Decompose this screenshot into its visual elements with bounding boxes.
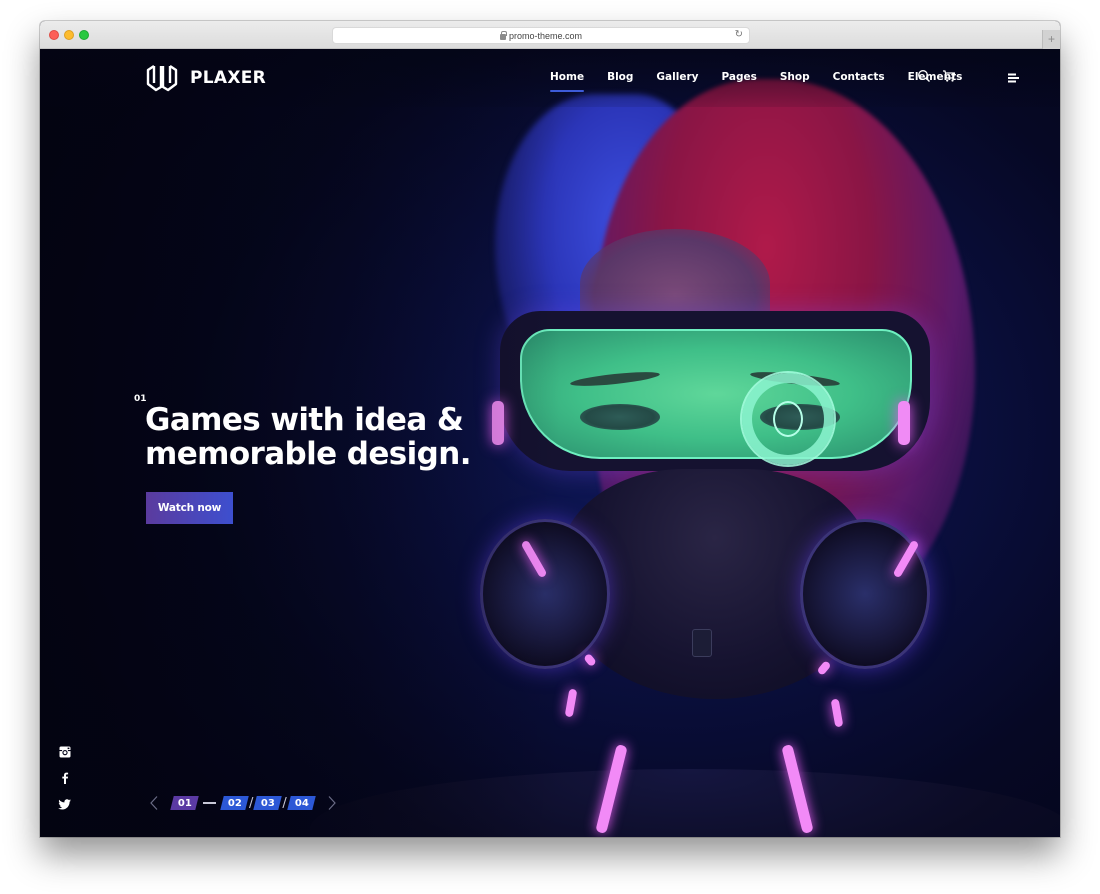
chevron-left-icon[interactable] [148, 795, 160, 811]
pager-label: 02 [227, 797, 242, 809]
instagram-icon[interactable] [58, 745, 72, 759]
browser-titlebar: promo-theme.com ↻ + [40, 21, 1060, 49]
twitter-icon[interactable] [58, 797, 72, 811]
hero-art-neon-light [830, 698, 844, 728]
url-text: promo-theme.com [508, 30, 583, 41]
chevron-right-icon[interactable] [326, 795, 338, 811]
pager-separator: / [282, 795, 287, 811]
hero-art-mask-valve [692, 629, 712, 657]
hero-art-hud-core [773, 401, 803, 437]
nav-item-blog[interactable]: Blog [607, 71, 633, 83]
watch-now-button[interactable]: Watch now [146, 492, 233, 524]
pager-active-dash [203, 802, 216, 804]
site-header: PLAXER Home Blog Gallery Pages Shop Cont… [40, 49, 1060, 107]
reload-icon[interactable]: ↻ [735, 29, 743, 40]
window-minimize-button[interactable] [64, 30, 74, 40]
address-bar[interactable]: promo-theme.com ↻ [332, 27, 750, 44]
nav-item-contacts[interactable]: Contacts [833, 71, 885, 83]
hamburger-menu-icon[interactable] [1006, 71, 1020, 85]
nav-item-gallery[interactable]: Gallery [656, 71, 698, 83]
hero-art-glow-right [898, 401, 910, 445]
browser-window: promo-theme.com ↻ + PLAXER Home Blog Gal… [40, 21, 1060, 837]
nav-item-home[interactable]: Home [550, 71, 585, 92]
plaxer-logo-icon [146, 65, 178, 92]
window-maximize-button[interactable] [79, 30, 89, 40]
facebook-icon[interactable] [58, 771, 72, 785]
hero-title-line-1: Games with idea & [145, 402, 464, 438]
social-links [58, 745, 72, 823]
search-icon[interactable] [917, 69, 931, 83]
nav-item-pages[interactable]: Pages [721, 71, 756, 83]
pager-label: 01 [177, 797, 192, 809]
slider-pagination: 01 02 / 03 / 04 [148, 795, 338, 811]
pager-item-01[interactable]: 01 [170, 796, 199, 810]
pager-label: 04 [294, 797, 309, 809]
cart-icon[interactable] [942, 69, 956, 83]
window-close-button[interactable] [49, 30, 59, 40]
lock-icon [499, 30, 507, 40]
page-viewport: PLAXER Home Blog Gallery Pages Shop Cont… [40, 49, 1060, 837]
pager-label: 03 [260, 797, 275, 809]
pager-item-02[interactable]: 02 [220, 796, 249, 810]
pager-item-04[interactable]: 04 [287, 796, 316, 810]
hero-title-line-2: memorable design. [145, 436, 472, 472]
hero-art-neon-light [564, 688, 578, 718]
hero-art-eye-left [580, 404, 660, 430]
logo-text: PLAXER [190, 68, 267, 88]
new-tab-button[interactable]: + [1042, 30, 1060, 49]
site-logo[interactable]: PLAXER [145, 63, 266, 93]
hero-title: Games with idea & memorable design. [145, 403, 525, 471]
hero-art-goggle-glass [520, 329, 912, 459]
pager-item-03[interactable]: 03 [253, 796, 283, 810]
nav-item-shop[interactable]: Shop [780, 71, 810, 83]
